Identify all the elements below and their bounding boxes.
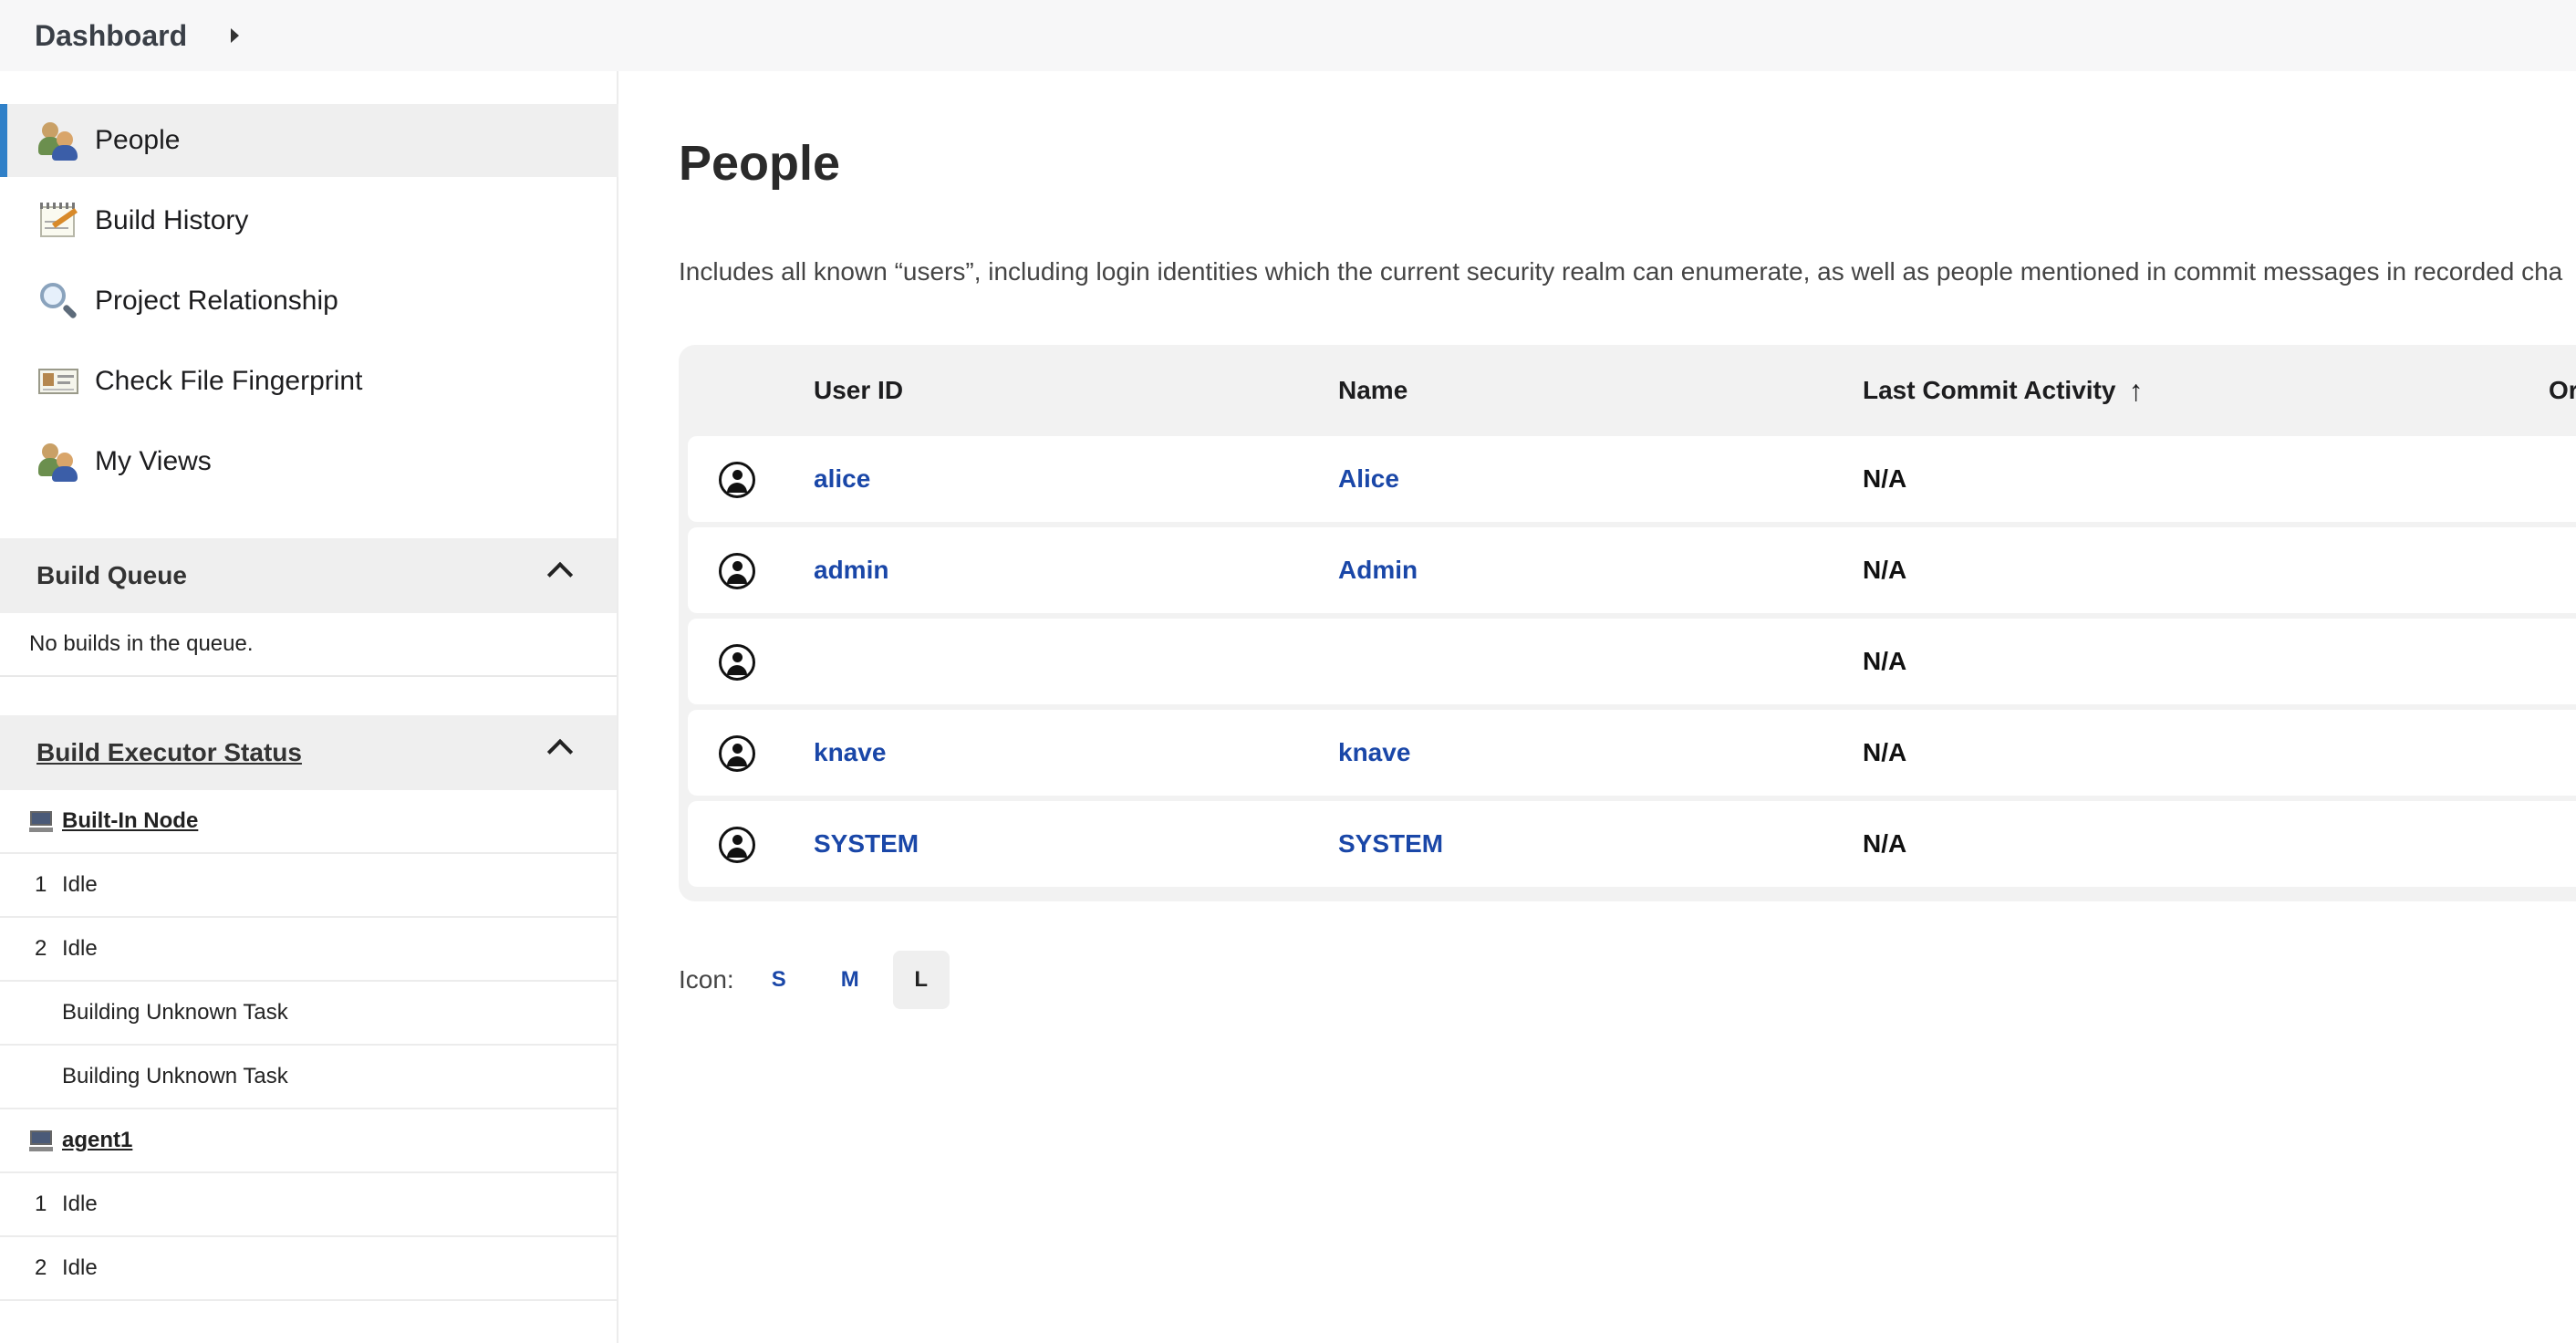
executor-row: Building Unknown Task bbox=[0, 982, 617, 1046]
computer-icon bbox=[29, 809, 53, 833]
sidebar-item-project-relationship[interactable]: Project Relationship bbox=[0, 265, 618, 338]
sort-ascending-icon: ↑ bbox=[2128, 373, 2144, 407]
table-row: knave knave N/A bbox=[688, 710, 2576, 796]
executor-row: 2 Idle bbox=[0, 918, 617, 982]
executor-number: 1 bbox=[35, 1192, 47, 1216]
executor-number: 2 bbox=[35, 1255, 47, 1280]
notepad-icon bbox=[38, 201, 78, 241]
executor-node-row: agent1 bbox=[0, 1109, 617, 1173]
people-icon bbox=[38, 120, 78, 161]
column-header-user-id[interactable]: User ID bbox=[814, 345, 903, 436]
sidebar-item-label: Project Relationship bbox=[95, 286, 338, 316]
user-avatar-icon bbox=[719, 644, 755, 681]
build-executor-status-header: Build Executor Status bbox=[0, 715, 617, 790]
executor-status: Idle bbox=[62, 872, 98, 897]
people-table: User ID Name Last Commit Activity ↑ Or a… bbox=[679, 345, 2576, 901]
collapse-chevron-icon[interactable] bbox=[546, 738, 574, 765]
user-avatar-icon bbox=[719, 462, 755, 498]
last-commit-activity: N/A bbox=[1863, 556, 1907, 584]
collapse-chevron-icon[interactable] bbox=[546, 561, 574, 588]
sidebar-item-build-history[interactable]: Build History bbox=[0, 184, 618, 257]
last-commit-activity: N/A bbox=[1863, 829, 1907, 858]
sidebar-item-label: Check File Fingerprint bbox=[95, 366, 363, 396]
icon-size-label: Icon: bbox=[679, 965, 734, 994]
build-queue-empty-text: No builds in the queue. bbox=[29, 631, 254, 656]
breadcrumb-caret-icon[interactable] bbox=[231, 28, 240, 43]
user-name-link[interactable]: SYSTEM bbox=[1338, 801, 1443, 887]
divider bbox=[0, 675, 617, 677]
executor-status: Idle bbox=[62, 936, 98, 961]
executor-status: Idle bbox=[62, 1255, 98, 1280]
user-name-link[interactable]: knave bbox=[1338, 710, 1410, 796]
column-header-name[interactable]: Name bbox=[1338, 345, 1407, 436]
executor-number: 2 bbox=[35, 936, 47, 961]
user-id-link[interactable]: SYSTEM bbox=[814, 801, 919, 887]
fingerprint-card-icon bbox=[38, 361, 78, 401]
sidebar-item-label: My Views bbox=[95, 446, 212, 476]
executor-task: Building Unknown Task bbox=[62, 1000, 288, 1025]
sidebar-item-my-views[interactable]: My Views bbox=[0, 425, 618, 498]
column-header-last-commit-activity[interactable]: Last Commit Activity ↑ bbox=[1863, 345, 2143, 436]
table-row: alice Alice N/A bbox=[688, 436, 2576, 522]
build-executor-status-link[interactable]: Build Executor Status bbox=[36, 738, 302, 767]
node-link-built-in[interactable]: Built-In Node bbox=[62, 808, 198, 834]
executor-status: Idle bbox=[62, 1192, 98, 1216]
user-id-link[interactable]: alice bbox=[814, 436, 870, 522]
user-avatar-icon bbox=[719, 553, 755, 589]
node-link-agent1[interactable]: agent1 bbox=[62, 1128, 132, 1153]
executor-row: Building Unknown Task bbox=[0, 1046, 617, 1109]
column-header-label: Or bbox=[2549, 376, 2576, 404]
user-id-link[interactable]: knave bbox=[814, 710, 886, 796]
executor-row: 1 Idle bbox=[0, 1173, 617, 1237]
build-queue-title: Build Queue bbox=[36, 561, 187, 589]
user-name-link[interactable]: Admin bbox=[1338, 527, 1418, 613]
magnifier-icon bbox=[38, 281, 78, 321]
user-avatar-icon bbox=[719, 827, 755, 863]
breadcrumb-dashboard[interactable]: Dashboard bbox=[35, 19, 187, 53]
icon-size-selector: Icon: S M L bbox=[679, 951, 964, 1009]
people-icon bbox=[38, 442, 78, 482]
sidebar-nav: People Build History Project Relationshi… bbox=[0, 104, 618, 505]
sidebar: People Build History Project Relationshi… bbox=[0, 71, 618, 1343]
icon-size-medium-button[interactable]: M bbox=[822, 951, 878, 1009]
main-content: People Includes all known “users”, inclu… bbox=[679, 71, 2576, 1343]
column-header-on[interactable]: Or bbox=[2549, 345, 2576, 436]
sidebar-item-people[interactable]: People bbox=[0, 104, 618, 177]
computer-icon bbox=[29, 1129, 53, 1152]
icon-size-large-button[interactable]: L bbox=[892, 951, 950, 1009]
sidebar-item-label: People bbox=[95, 125, 181, 155]
user-name-link[interactable]: Alice bbox=[1338, 436, 1399, 522]
executor-row: 2 Idle bbox=[0, 1237, 617, 1301]
table-row: N/A bbox=[688, 619, 2576, 704]
table-row: SYSTEM SYSTEM N/A bbox=[688, 801, 2576, 887]
sidebar-item-check-file-fingerprint[interactable]: Check File Fingerprint bbox=[0, 345, 618, 418]
icon-size-small-button[interactable]: S bbox=[751, 951, 807, 1009]
last-commit-activity: N/A bbox=[1863, 738, 1907, 766]
build-queue-header[interactable]: Build Queue bbox=[0, 538, 617, 613]
user-avatar-icon bbox=[719, 735, 755, 772]
table-row: admin Admin N/A bbox=[688, 527, 2576, 613]
last-commit-activity: N/A bbox=[1863, 647, 1907, 675]
page-title: People bbox=[679, 136, 841, 191]
column-header-label: Name bbox=[1338, 376, 1408, 404]
user-id-link[interactable]: admin bbox=[814, 527, 888, 613]
last-commit-activity: N/A bbox=[1863, 464, 1907, 493]
column-header-label: User ID bbox=[814, 376, 904, 404]
executor-task: Building Unknown Task bbox=[62, 1064, 288, 1088]
executor-row: 1 Idle bbox=[0, 854, 617, 918]
page-description: Includes all known “users”, including lo… bbox=[679, 257, 2563, 286]
sidebar-item-label: Build History bbox=[95, 205, 249, 235]
top-bar: Dashboard bbox=[0, 0, 2576, 71]
executor-node-row: Built-In Node bbox=[0, 790, 617, 854]
column-header-label: Last Commit Activity bbox=[1863, 376, 2116, 404]
executor-number: 1 bbox=[35, 872, 47, 897]
